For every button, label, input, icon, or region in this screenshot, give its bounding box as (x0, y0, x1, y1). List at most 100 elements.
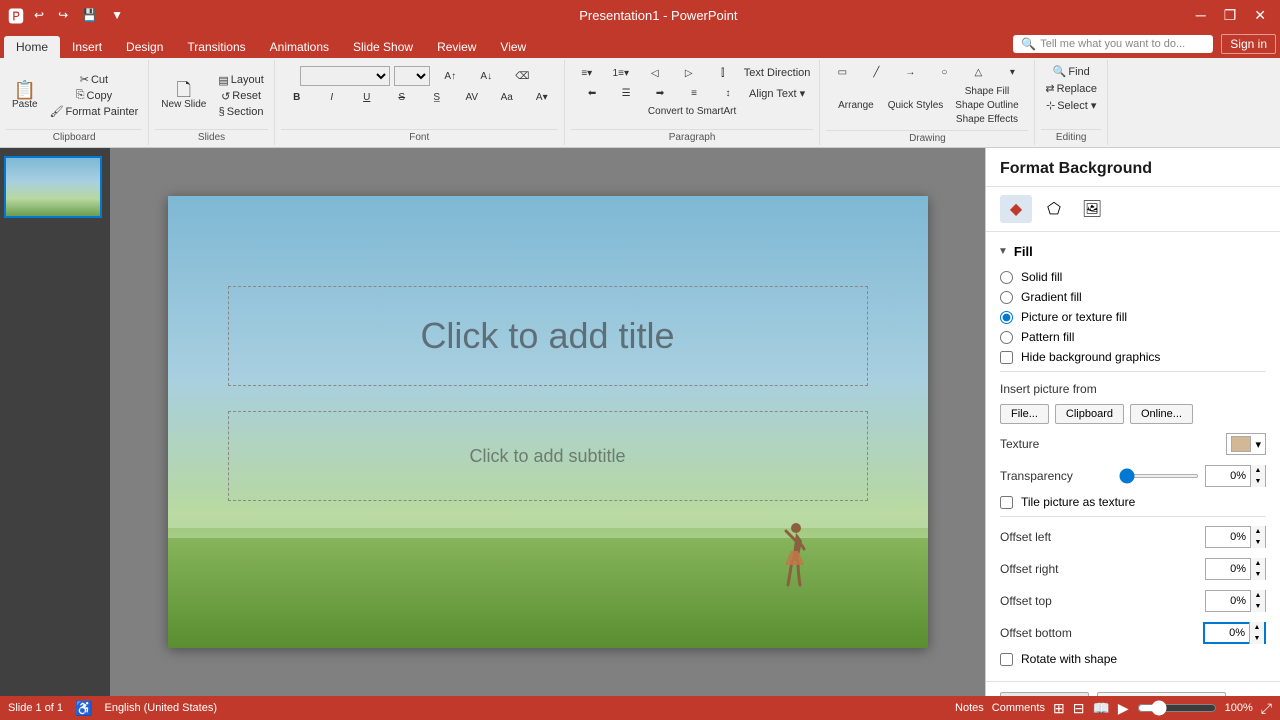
layout-button[interactable]: ▤ Layout (214, 73, 267, 88)
format-painter-button[interactable]: 🖌 Format Painter (46, 104, 143, 119)
comments-button[interactable]: Comments (992, 702, 1045, 714)
font-size-btn2[interactable]: Aa (491, 91, 523, 104)
offset-left-up[interactable]: ▲ (1251, 526, 1265, 537)
qat-dropdown[interactable]: ▼ (107, 6, 127, 24)
clear-format-btn[interactable]: ⌫ (506, 70, 538, 83)
offset-left-input[interactable] (1206, 527, 1250, 547)
transparency-up[interactable]: ▲ (1251, 465, 1265, 476)
fit-to-window-icon[interactable]: ⤢ (1261, 700, 1272, 717)
bullets-btn[interactable]: ≡▾ (571, 67, 603, 80)
close-button[interactable]: ✕ (1248, 5, 1272, 26)
cut-button[interactable]: ✂ Cut (46, 72, 143, 87)
strikethrough-btn[interactable]: S (386, 91, 418, 104)
replace-button[interactable]: ⇄ Replace (1041, 81, 1101, 96)
offset-right-up[interactable]: ▲ (1251, 558, 1265, 569)
tab-insert[interactable]: Insert (60, 36, 114, 58)
pattern-fill-radio[interactable] (1000, 331, 1013, 344)
search-box[interactable]: 🔍 Tell me what you want to do... (1013, 35, 1213, 53)
zoom-slider[interactable] (1137, 700, 1217, 716)
align-left-btn[interactable]: ⬅ (576, 87, 608, 100)
shape-outline-btn[interactable]: Shape Outline (951, 99, 1022, 112)
subtitle-placeholder[interactable]: Click to add subtitle (228, 411, 868, 501)
normal-view-icon[interactable]: ⊞ (1053, 700, 1065, 717)
fill-section-header[interactable]: ▼ Fill (986, 240, 1280, 263)
solid-fill-radio[interactable] (1000, 271, 1013, 284)
tab-review[interactable]: Review (425, 36, 488, 58)
fill-tab-icon[interactable]: ◆ (1000, 195, 1032, 223)
shape-arrow[interactable]: → (894, 66, 926, 79)
qat-save[interactable]: 💾 (78, 6, 101, 24)
select-button[interactable]: ⊹ Select ▾ (1042, 98, 1100, 113)
reading-view-icon[interactable]: 📖 (1092, 700, 1109, 717)
tab-slideshow[interactable]: Slide Show (341, 36, 425, 58)
texture-select[interactable]: ▾ (1226, 433, 1266, 455)
shadow-btn[interactable]: S̲ (421, 91, 453, 104)
offset-right-down[interactable]: ▼ (1251, 569, 1265, 580)
title-placeholder[interactable]: Click to add title (228, 286, 868, 386)
restore-button[interactable]: ❐ (1218, 5, 1243, 26)
section-button[interactable]: § Section (214, 105, 267, 119)
online-button[interactable]: Online... (1130, 404, 1193, 424)
char-spacing-btn[interactable]: AV (456, 91, 488, 104)
tab-animations[interactable]: Animations (258, 36, 341, 58)
tab-view[interactable]: View (488, 36, 538, 58)
reset-button[interactable]: ↺ Reset (214, 89, 267, 104)
offset-bottom-up[interactable]: ▲ (1250, 622, 1264, 633)
font-size-select[interactable] (394, 66, 430, 86)
copy-button[interactable]: ⎘ Copy (46, 88, 143, 103)
find-button[interactable]: 🔍 Find (1049, 64, 1094, 79)
bold-button[interactable]: B (281, 91, 313, 104)
align-right-btn[interactable]: ➡ (644, 87, 676, 100)
italic-button[interactable]: I (316, 91, 348, 104)
font-color-btn[interactable]: A▾ (526, 91, 558, 104)
gradient-fill-radio[interactable] (1000, 291, 1013, 304)
shape-rect[interactable]: ▭ (826, 66, 858, 79)
quick-styles-button[interactable]: Quick Styles (884, 98, 948, 113)
offset-top-input[interactable] (1206, 591, 1250, 611)
new-slide-button[interactable]: 🗋 New Slide (155, 66, 212, 126)
font-increase-btn[interactable]: A↑ (434, 70, 466, 83)
tab-transitions[interactable]: Transitions (175, 36, 257, 58)
offset-bottom-input[interactable] (1205, 624, 1249, 642)
offset-right-input[interactable] (1206, 559, 1250, 579)
minimize-button[interactable]: ─ (1190, 5, 1212, 26)
shape-tab-icon[interactable]: ⬠ (1038, 195, 1070, 223)
picture-tab-icon[interactable]: 🖼 (1076, 195, 1108, 223)
align-text-btn[interactable]: Align Text ▾ (746, 86, 808, 101)
shape-effects-btn[interactable]: Shape Effects (951, 113, 1022, 126)
hide-bg-graphics-checkbox[interactable] (1000, 351, 1013, 364)
decrease-indent-btn[interactable]: ◁ (639, 67, 671, 80)
font-decrease-btn[interactable]: A↓ (470, 70, 502, 83)
slide-canvas[interactable]: Click to add title Click to add subtitle (168, 196, 928, 648)
accessibility-icon[interactable]: ♿ (75, 700, 92, 717)
arrange-button[interactable]: Arrange (832, 98, 880, 113)
shape-ellipse[interactable]: ○ (928, 66, 960, 79)
clipboard-button[interactable]: Clipboard (1055, 404, 1124, 424)
rotate-with-shape-checkbox[interactable] (1000, 653, 1013, 666)
font-family-select[interactable] (300, 66, 390, 86)
justify-btn[interactable]: ≡ (678, 87, 710, 100)
offset-top-up[interactable]: ▲ (1251, 590, 1265, 601)
slide-thumbnail[interactable] (4, 156, 102, 218)
text-direction-btn[interactable]: Text Direction (741, 66, 814, 80)
increase-indent-btn[interactable]: ▷ (673, 67, 705, 80)
qat-redo[interactable]: ↪ (54, 6, 72, 24)
tile-picture-checkbox[interactable] (1000, 496, 1013, 509)
sign-in-button[interactable]: Sign in (1221, 34, 1276, 54)
tab-design[interactable]: Design (114, 36, 175, 58)
align-center-btn[interactable]: ☰ (610, 87, 642, 100)
transparency-down[interactable]: ▼ (1251, 476, 1265, 487)
shape-line[interactable]: ╱ (860, 66, 892, 79)
offset-bottom-down[interactable]: ▼ (1250, 633, 1264, 644)
tab-home[interactable]: Home (4, 36, 60, 58)
shape-fill-btn[interactable]: Shape Fill (951, 85, 1022, 98)
transparency-input[interactable] (1206, 466, 1250, 486)
slideshow-icon[interactable]: ▶ (1118, 700, 1129, 717)
underline-button[interactable]: U (351, 91, 383, 104)
numbering-btn[interactable]: 1≡▾ (605, 67, 637, 80)
picture-fill-radio[interactable] (1000, 311, 1013, 324)
line-spacing-btn[interactable]: ↕ (712, 87, 744, 100)
shapes-more[interactable]: ▾ (996, 66, 1028, 79)
shape-triangle[interactable]: △ (962, 66, 994, 79)
offset-left-down[interactable]: ▼ (1251, 537, 1265, 548)
